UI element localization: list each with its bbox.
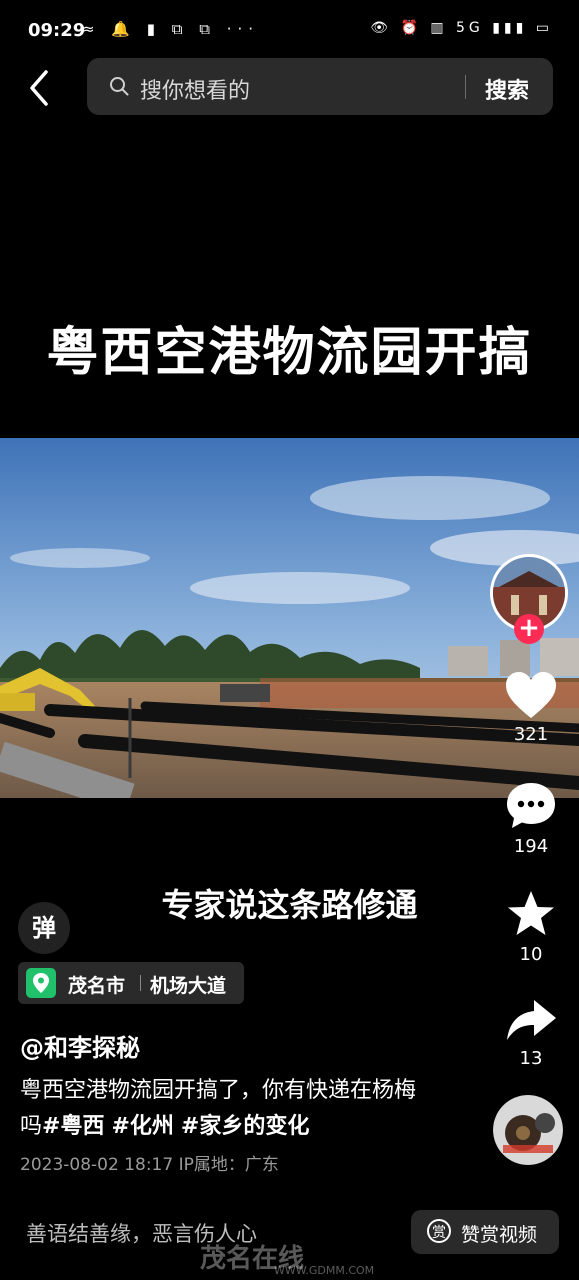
share-button[interactable]: 13 bbox=[498, 996, 564, 1069]
back-button[interactable] bbox=[24, 68, 58, 108]
reward-video-button[interactable]: 赏 赞赏视频 bbox=[411, 1210, 559, 1254]
video-subtitle: 专家说这条路修通 bbox=[161, 886, 418, 924]
video-title: 粤西空港物流园开搞 bbox=[46, 323, 533, 383]
share-icon bbox=[507, 1000, 556, 1040]
search-bar[interactable]: 搜你想看的 搜索 bbox=[87, 58, 553, 115]
heart-icon bbox=[506, 672, 556, 718]
danmu-toggle-button[interactable]: 弹 bbox=[18, 902, 70, 954]
search-icon bbox=[110, 77, 129, 96]
hashtag-link[interactable]: #家乡的变化 bbox=[181, 1114, 309, 1139]
reward-icon: 赏 bbox=[427, 1219, 451, 1243]
favorite-count: 10 bbox=[519, 944, 543, 965]
location-divider bbox=[140, 975, 141, 991]
location-road: 机场大道 bbox=[150, 975, 227, 997]
favorite-button[interactable]: 10 bbox=[498, 888, 564, 965]
danmu-label: 弹 bbox=[32, 914, 56, 942]
watermark-logo: 茂名在线 WWW.GDMM.COM bbox=[200, 1238, 374, 1277]
hashtag-link[interactable]: #粤西 bbox=[42, 1114, 104, 1139]
search-divider bbox=[465, 75, 466, 99]
author-name[interactable]: @和李探秘 bbox=[20, 1028, 140, 1063]
status-bar: 09:29 ≈ 🔔 ▮ ⧉ ⧉ ··· 👁 ⏰ ▥ 5G ▮▮▮ ▭ bbox=[0, 0, 579, 48]
status-right-icons: 👁 ⏰ ▥ 5G ▮▮▮ ▭ bbox=[370, 20, 553, 36]
watermark-url: WWW.GDMM.COM bbox=[274, 1264, 375, 1277]
like-button[interactable]: 321 bbox=[498, 670, 564, 745]
share-count: 13 bbox=[519, 1048, 543, 1069]
follow-button[interactable]: + bbox=[514, 614, 544, 644]
location-pin-icon bbox=[26, 968, 56, 998]
chevron-left-icon bbox=[30, 70, 48, 106]
video-description: 粤西空港物流园开搞了，你有快递在杨梅吗#粤西 #化州 #家乡的变化 bbox=[20, 1073, 420, 1145]
search-input[interactable]: 搜你想看的 bbox=[140, 73, 250, 105]
status-time: 09:29 bbox=[28, 20, 86, 41]
video-frame[interactable] bbox=[0, 438, 579, 798]
reward-label: 赞赏视频 bbox=[461, 1224, 538, 1246]
location-chip[interactable]: 茂名市 机场大道 bbox=[18, 962, 244, 1004]
music-disc[interactable] bbox=[493, 1095, 563, 1165]
comment-count: 194 bbox=[513, 836, 549, 857]
like-count: 321 bbox=[513, 724, 549, 745]
construction-scene-image bbox=[0, 438, 579, 798]
comment-button[interactable]: 194 bbox=[498, 780, 564, 857]
star-icon bbox=[508, 891, 554, 935]
hashtag-link[interactable]: #化州 bbox=[111, 1114, 173, 1139]
comment-icon bbox=[507, 783, 555, 828]
post-meta: 2023-08-02 18:17 IP属地：广东 bbox=[20, 1155, 279, 1175]
music-cover-icon bbox=[493, 1095, 563, 1165]
plus-icon: + bbox=[518, 613, 540, 643]
location-city: 茂名市 bbox=[68, 975, 126, 997]
search-button[interactable]: 搜索 bbox=[485, 73, 529, 105]
status-left-icons: ≈ 🔔 ▮ ⧉ ⧉ ··· bbox=[82, 20, 260, 38]
